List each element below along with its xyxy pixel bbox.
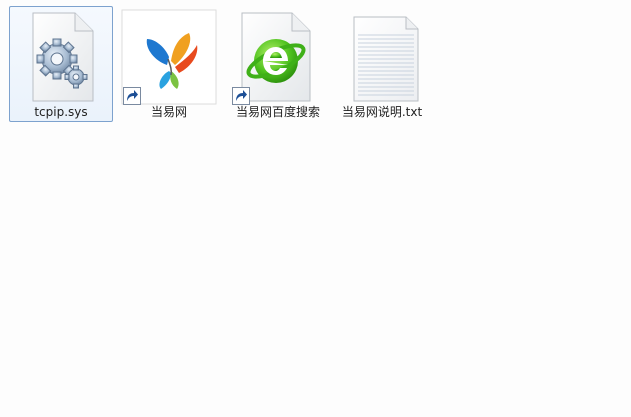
file-view-area[interactable]: tcpip.sys 当易网 当易网百度搜索 当易网说明.txt (0, 0, 631, 417)
shortcut-arrow-icon (123, 87, 141, 105)
shortcut-arrow-icon (232, 87, 250, 105)
green-e-browser-file-icon (230, 9, 326, 105)
file-item-shortcut-1[interactable]: 当易网 (117, 6, 221, 122)
file-name-label: 当易网百度搜索 (235, 105, 320, 119)
file-name-label: tcpip.sys (34, 105, 88, 119)
file-item-shortcut-2[interactable]: 当易网百度搜索 (226, 6, 330, 122)
file-name-label: 当易网 (150, 105, 187, 119)
file-name-label: 当易网说明.txt (341, 105, 423, 119)
system-gear-file-icon (13, 9, 109, 105)
colorful-butterfly-logo-icon (121, 9, 217, 105)
text-document-icon (334, 9, 430, 105)
file-item-tcpip-sys[interactable]: tcpip.sys (9, 6, 113, 122)
file-item-text-document[interactable]: 当易网说明.txt (330, 6, 434, 122)
